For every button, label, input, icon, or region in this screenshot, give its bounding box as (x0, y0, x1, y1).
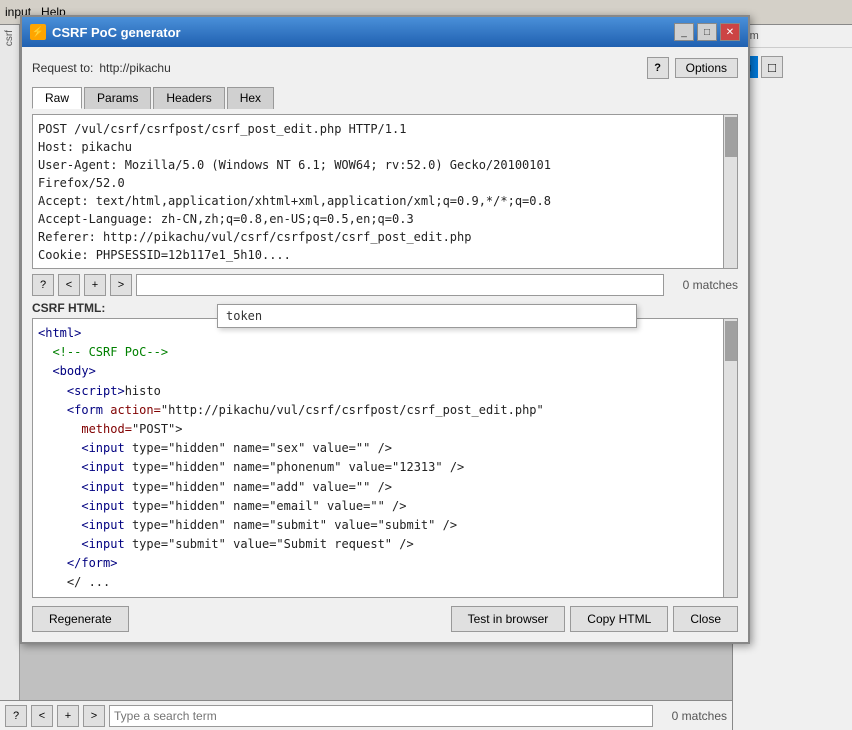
left-panel: csrf (0, 25, 20, 700)
search-bar-1: ? < + > 0 matches (32, 274, 738, 296)
title-bar-left: ⚡ CSRF PoC generator (30, 24, 181, 40)
tab-headers[interactable]: Headers (153, 87, 224, 109)
autocomplete-dropdown: token (217, 304, 637, 328)
request-url: http://pikachu (99, 61, 170, 75)
search1-input[interactable] (136, 274, 664, 296)
autocomplete-item-token[interactable]: token (218, 305, 636, 327)
html-content-area: <html> <!-- CSRF PoC--> <body> <script>h… (32, 318, 738, 598)
search-container-1: ? < + > 0 matches token (32, 274, 738, 296)
test-in-browser-button[interactable]: Test in browser (451, 606, 566, 632)
bottom-search-prev-btn[interactable]: < (31, 705, 53, 727)
bottom-search-next-btn[interactable]: > (83, 705, 105, 727)
raw-scrollbar-thumb (725, 117, 737, 157)
side-panel-label: item (733, 25, 852, 48)
copy-html-button[interactable]: Copy HTML (570, 606, 668, 632)
regenerate-button[interactable]: Regenerate (32, 606, 129, 632)
search1-prev-btn[interactable]: < (58, 274, 80, 296)
close-window-button[interactable]: ✕ (720, 23, 740, 41)
search1-help-btn[interactable]: ? (32, 274, 54, 296)
html-content: <html> <!-- CSRF PoC--> <body> <script>h… (33, 319, 737, 598)
search1-add-btn[interactable]: + (84, 274, 106, 296)
raw-content-area: POST /vul/csrf/csrfpost/csrf_post_edit.p… (32, 114, 738, 269)
minimize-button[interactable]: _ (674, 23, 694, 41)
request-line: Request to: http://pikachu ? Options (32, 57, 738, 79)
tab-bar: Raw Params Headers Hex (32, 87, 738, 109)
bottom-actions: Regenerate Test in browser Copy HTML Clo… (32, 606, 738, 632)
bottom-search-input[interactable] (109, 705, 653, 727)
close-button[interactable]: Close (673, 606, 738, 632)
right-actions: Test in browser Copy HTML Close (451, 606, 738, 632)
raw-scrollbar[interactable] (723, 115, 737, 268)
window-icon: ⚡ (30, 24, 46, 40)
tab-hex[interactable]: Hex (227, 87, 274, 109)
bottom-search-bar: ? < + > 0 matches (0, 700, 732, 730)
left-label-csrf: csrf (4, 30, 15, 46)
search1-match-count: 0 matches (668, 278, 738, 292)
help-button[interactable]: ? (647, 57, 669, 79)
raw-content: POST /vul/csrf/csrfpost/csrf_post_edit.p… (33, 115, 737, 269)
html-scrollbar[interactable] (723, 319, 737, 597)
title-buttons: _ □ ✕ (674, 23, 740, 41)
window-body: Request to: http://pikachu ? Options Raw… (22, 47, 748, 642)
search1-next-btn[interactable]: > (110, 274, 132, 296)
bottom-match-count: 0 matches (657, 709, 727, 723)
side-panel: item ■ □ (732, 25, 852, 730)
side-panel-buttons: ■ □ (733, 53, 852, 81)
bottom-search-help-btn[interactable]: ? (5, 705, 27, 727)
request-label: Request to: (32, 61, 93, 75)
title-bar: ⚡ CSRF PoC generator _ □ ✕ (22, 17, 748, 47)
csrf-poc-window: ⚡ CSRF PoC generator _ □ ✕ Request to: h… (20, 15, 750, 644)
bottom-search-add-btn[interactable]: + (57, 705, 79, 727)
options-button[interactable]: Options (675, 58, 738, 78)
tab-raw[interactable]: Raw (32, 87, 82, 109)
tab-params[interactable]: Params (84, 87, 151, 109)
window-title: CSRF PoC generator (52, 25, 181, 40)
side-grid-btn2[interactable]: □ (761, 56, 783, 78)
maximize-button[interactable]: □ (697, 23, 717, 41)
html-scrollbar-thumb (725, 321, 737, 361)
